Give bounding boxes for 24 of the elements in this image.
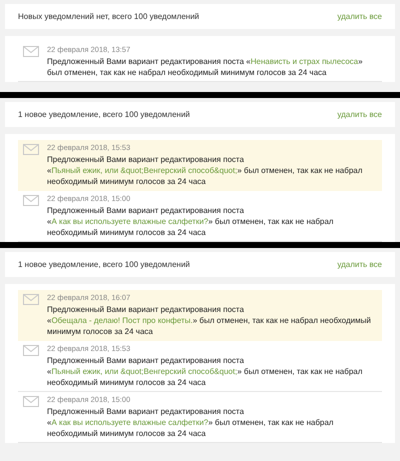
envelope-icon: [23, 195, 39, 206]
delete-all-link[interactable]: удалить все: [337, 260, 382, 269]
notification-summary: Новых уведомлений нет, всего 100 уведомлений: [18, 12, 200, 21]
delete-all-link[interactable]: удалить все: [337, 12, 382, 21]
notification-summary: 1 новое уведомление, всего 100 уведомлений: [18, 260, 190, 269]
notification-message: Предложенный Вами вариант редактирования поста «А как вы используете влажные салфетки?» был отменен, так как не набрал необходимый минимум голосов за 24 часа: [47, 406, 334, 439]
post-link[interactable]: Ненависть и страх пылесоса: [250, 57, 358, 66]
post-link[interactable]: Пьяный ежик, или &quot;Венгерский способ&quot;: [51, 166, 238, 175]
envelope-icon: [23, 345, 39, 356]
notification-message: Предложенный Вами вариант редактирования поста «Ненависть и страх пылесоса» был отменен, так как не набрал необходимый минимум голосов за 24 часа: [47, 56, 364, 78]
envelope-icon: [23, 46, 39, 57]
notification-summary: 1 новое уведомление, всего 100 уведомлений: [18, 110, 190, 119]
notification-message: Предложенный Вами вариант редактирования поста «Пьяный ежик, или &quot;Венгерский способ&quot;» был отменен, так как не набрал необходимый минимум голосов за 24 часа: [47, 154, 364, 187]
envelope-icon: [23, 294, 39, 305]
post-link[interactable]: Пьяный ежик, или &quot;Венгерский способ&quot;: [51, 367, 238, 376]
notification-message: Предложенный Вами вариант редактирования поста «А как вы используете влажные салфетки?» был отменен, так как не набрал необходимый минимум голосов за 24 часа: [47, 205, 334, 238]
notification-message: Предложенный Вами вариант редактирования поста «Пьяный ежик, или &quot;Венгерский способ&quot;» был отменен, так как не набрал необходимый минимум голосов за 24 часа: [47, 355, 364, 388]
envelope-icon: [23, 144, 39, 155]
envelope-icon: [23, 396, 39, 407]
delete-all-link[interactable]: удалить все: [337, 110, 382, 119]
post-link[interactable]: А как вы используете влажные салфетки?: [51, 418, 208, 427]
post-link[interactable]: А как вы используете влажные салфетки?: [51, 217, 208, 226]
post-link[interactable]: Обещала - делаю! Пост про конфеты.: [51, 316, 193, 325]
notification-message: Предложенный Вами вариант редактирования поста «Обещала - делаю! Пост про конфеты.» был отменен, так как не набрал необходимый минимум голосов за 24 часа: [47, 304, 372, 337]
